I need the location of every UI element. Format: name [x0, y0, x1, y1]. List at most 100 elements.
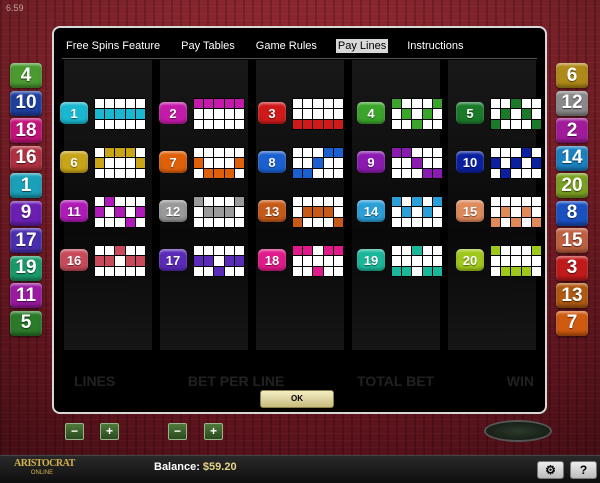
pattern-cell	[224, 119, 234, 129]
pattern-cell	[521, 119, 531, 129]
pattern-cell	[194, 119, 204, 129]
pattern-cell	[105, 99, 115, 109]
payline-14: 14	[357, 196, 447, 228]
pattern-cell	[135, 266, 145, 276]
pattern-cell	[125, 266, 135, 276]
pattern-cell	[115, 246, 125, 256]
pattern-cell	[333, 119, 343, 129]
pattern-cell	[303, 158, 313, 168]
pattern-cell	[422, 246, 432, 256]
pattern-cell	[125, 148, 135, 158]
pattern-cell	[105, 246, 115, 256]
pattern-cell	[402, 158, 412, 168]
payline-pattern	[193, 147, 245, 179]
help-tabs: Free Spins Feature Pay Tables Game Rules…	[64, 36, 482, 56]
pattern-cell	[511, 217, 521, 227]
pattern-cell	[432, 256, 442, 266]
pattern-cell	[412, 99, 422, 109]
pattern-cell	[214, 197, 224, 207]
pattern-cell	[115, 217, 125, 227]
pattern-cell	[303, 256, 313, 266]
pattern-cell	[303, 99, 313, 109]
payline-pattern	[292, 147, 344, 179]
pattern-cell	[293, 158, 303, 168]
payline-18: 18	[258, 245, 348, 277]
pattern-cell	[422, 217, 432, 227]
tab-pay-lines[interactable]: Pay Lines	[335, 39, 389, 53]
pattern-cell	[491, 246, 501, 256]
pattern-cell	[422, 256, 432, 266]
pattern-cell	[333, 99, 343, 109]
pattern-cell	[432, 246, 442, 256]
pattern-cell	[303, 266, 313, 276]
pattern-cell	[293, 256, 303, 266]
pattern-cell	[392, 148, 402, 158]
settings-button[interactable]: ⚙	[537, 461, 564, 479]
pattern-cell	[313, 207, 323, 217]
lines-plus-button[interactable]: +	[100, 423, 119, 440]
payline-number: 7	[159, 151, 187, 173]
pattern-cell	[115, 207, 125, 217]
payline-1: 1	[60, 98, 150, 130]
pattern-cell	[392, 266, 402, 276]
pattern-cell	[234, 168, 244, 178]
pattern-cell	[224, 99, 234, 109]
pattern-cell	[293, 168, 303, 178]
bet-minus-button[interactable]: −	[168, 423, 187, 440]
bet-per-line-label: BET PER LINE	[187, 373, 285, 389]
help-button[interactable]: ?	[570, 461, 597, 479]
pattern-cell	[204, 246, 214, 256]
pattern-cell	[501, 158, 511, 168]
pattern-cell	[521, 217, 531, 227]
bet-plus-button[interactable]: +	[204, 423, 223, 440]
pattern-cell	[115, 197, 125, 207]
lines-minus-button[interactable]: −	[65, 423, 84, 440]
pattern-cell	[95, 109, 105, 119]
left-payline-badge-17: 17	[10, 228, 42, 253]
payline-pattern	[94, 147, 146, 179]
ok-button[interactable]: OK	[260, 390, 334, 408]
pattern-cell	[511, 99, 521, 109]
pattern-cell	[402, 109, 412, 119]
right-payline-badge-15: 15	[556, 228, 588, 253]
pattern-cell	[511, 266, 521, 276]
pattern-cell	[135, 217, 145, 227]
tab-divider	[62, 58, 537, 59]
pattern-cell	[323, 246, 333, 256]
pattern-cell	[95, 217, 105, 227]
tab-instructions[interactable]: Instructions	[405, 39, 465, 53]
pattern-cell	[95, 256, 105, 266]
pattern-cell	[115, 256, 125, 266]
pattern-cell	[422, 266, 432, 276]
pattern-cell	[125, 99, 135, 109]
pattern-cell	[392, 119, 402, 129]
pattern-cell	[115, 119, 125, 129]
help-icon: ?	[579, 463, 588, 477]
pattern-cell	[95, 158, 105, 168]
payline-number: 12	[159, 200, 187, 222]
pattern-cell	[313, 109, 323, 119]
pattern-cell	[313, 148, 323, 158]
payline-number: 2	[159, 102, 187, 124]
pattern-cell	[392, 256, 402, 266]
pattern-cell	[125, 197, 135, 207]
pattern-cell	[313, 246, 323, 256]
payline-pattern	[490, 147, 542, 179]
tab-game-rules[interactable]: Game Rules	[254, 39, 319, 53]
tab-pay-tables[interactable]: Pay Tables	[179, 39, 237, 53]
pattern-cell	[194, 266, 204, 276]
pattern-cell	[234, 197, 244, 207]
pattern-cell	[115, 158, 125, 168]
pattern-cell	[323, 148, 333, 158]
tab-free-spins-feature[interactable]: Free Spins Feature	[64, 39, 162, 53]
spin-button[interactable]	[484, 420, 552, 442]
pattern-cell	[95, 197, 105, 207]
pattern-cell	[204, 109, 214, 119]
pattern-cell	[333, 158, 343, 168]
payline-12: 12	[159, 196, 249, 228]
pattern-cell	[303, 109, 313, 119]
pattern-cell	[224, 148, 234, 158]
pattern-cell	[105, 217, 115, 227]
pattern-cell	[501, 168, 511, 178]
left-payline-badge-1: 1	[10, 173, 42, 198]
